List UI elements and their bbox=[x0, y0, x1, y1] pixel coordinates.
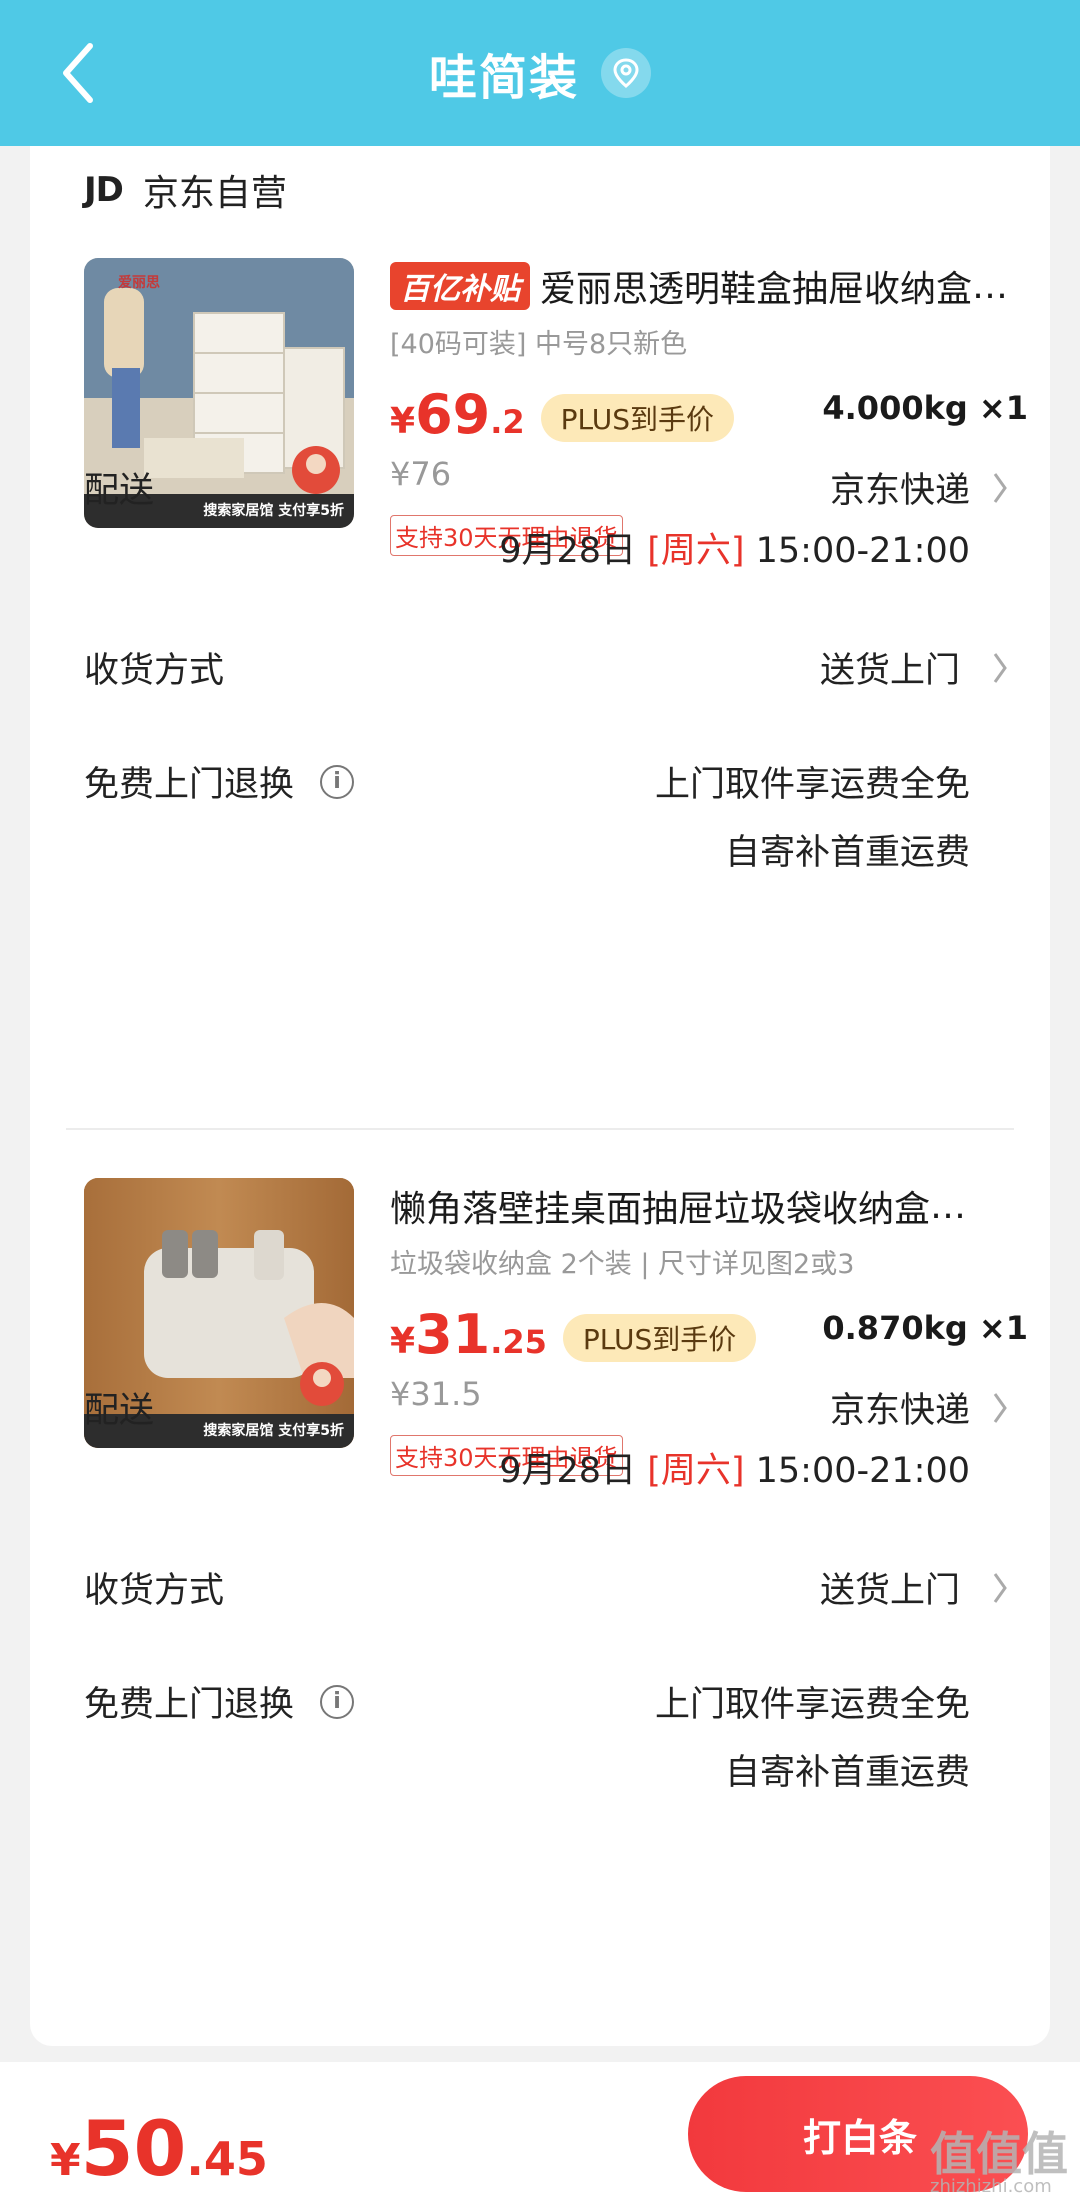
receive-method-row[interactable]: 收货方式 送货上门 bbox=[84, 1562, 1010, 1612]
delivery-time: 9月28日 [周六] 15:00-21:00 bbox=[499, 1442, 970, 1493]
free-return-label: 免费上门退换 i bbox=[84, 756, 355, 807]
checkout-bar: ¥ 50 .45 打白条 bbox=[0, 2062, 1080, 2207]
delivery-time: 9月28日 [周六] 15:00-21:00 bbox=[499, 522, 970, 573]
price-currency: ¥ bbox=[390, 1321, 416, 1362]
store-name: 京东自营 bbox=[142, 173, 287, 214]
free-return-text: 免费上门退换 bbox=[84, 765, 295, 805]
delivery-row[interactable]: 配送 京东快递 9月28日 [周六] 15:00-21:00 bbox=[84, 462, 1010, 572]
info-icon[interactable]: i bbox=[320, 1684, 355, 1719]
price-decimal: .25 bbox=[490, 1323, 547, 1361]
price-row: ¥ 31 .25 PLUS到手价 0.870kg ×1 bbox=[390, 1303, 1028, 1373]
delivery-method: 京东快递 bbox=[829, 471, 970, 511]
price-currency: ¥ bbox=[390, 401, 416, 442]
product-spec[interactable]: 垃圾袋收纳盒 2个装 | 尺寸详见图2或3 bbox=[390, 1242, 1028, 1281]
delivery-date: 9月28日 bbox=[499, 531, 637, 571]
product-title[interactable]: 懒角落壁挂桌面抽屉垃圾袋收纳盒 bbox=[390, 1180, 930, 1232]
top-header: 哇简装 bbox=[0, 0, 1080, 146]
chevron-right-icon bbox=[993, 653, 1007, 683]
order-card: JD 京东自营 爱丽思 搜索家居馆 支付享5折 百亿补贴 爱丽思透明鞋盒抽屉收纳… bbox=[30, 146, 1050, 2046]
subsidy-badge: 百亿补贴 bbox=[390, 262, 530, 310]
delivery-row[interactable]: 配送 京东快递 9月28日 [周六] 15:00-21:00 bbox=[84, 1382, 1010, 1492]
section-divider bbox=[66, 1128, 1014, 1130]
total-decimal: .45 bbox=[186, 2132, 268, 2186]
watermark-url: zhizhizhi.com bbox=[930, 2176, 1052, 2197]
delivery-method: 京东快递 bbox=[829, 1391, 970, 1431]
return-pickup-note: 上门取件享运费全免 bbox=[654, 1685, 970, 1725]
chevron-right-icon bbox=[993, 1393, 1007, 1423]
chevron-right-icon bbox=[993, 1573, 1007, 1603]
return-pickup-note: 上门取件享运费全免 bbox=[654, 765, 970, 805]
delivery-window: 15:00-21:00 bbox=[755, 1451, 970, 1491]
total-currency: ¥ bbox=[50, 2135, 81, 2186]
weight-quantity: 4.000kg ×1 bbox=[822, 389, 1028, 427]
product-title-ellipsis: … bbox=[972, 265, 1009, 307]
free-return-row: 免费上门退换 i 上门取件享运费全免 自寄补首重运费 bbox=[84, 756, 1010, 886]
receive-method-row[interactable]: 收货方式 送货上门 bbox=[84, 642, 1010, 692]
thumb-brand-label: 爱丽思 bbox=[118, 275, 160, 291]
delivery-label: 配送 bbox=[84, 1391, 155, 1431]
product-title-row: 懒角落壁挂桌面抽屉垃圾袋收纳盒 … bbox=[390, 1178, 1028, 1234]
total-integer: 50 bbox=[80, 2104, 187, 2193]
total-price: ¥ 50 .45 bbox=[50, 2104, 268, 2193]
delivery-weekday: [周六] bbox=[647, 531, 745, 571]
store-header: JD 京东自营 bbox=[84, 164, 287, 216]
product-title-row: 百亿补贴 爱丽思透明鞋盒抽屉收纳盒 … bbox=[390, 258, 1028, 314]
info-icon[interactable]: i bbox=[320, 764, 355, 799]
receive-method-label: 收货方式 bbox=[84, 651, 225, 691]
plus-price-badge: PLUS到手价 bbox=[540, 394, 734, 442]
price-row: ¥ 69 .2 PLUS到手价 4.000kg ×1 bbox=[390, 383, 1028, 453]
chevron-right-icon bbox=[993, 473, 1007, 503]
receive-method-value: 送货上门 bbox=[819, 1571, 960, 1611]
return-self-ship-note: 自寄补首重运费 bbox=[724, 833, 970, 873]
delivery-label: 配送 bbox=[84, 471, 155, 511]
location-pin-icon[interactable] bbox=[601, 48, 651, 98]
free-return-label: 免费上门退换 i bbox=[84, 1676, 355, 1727]
free-return-row: 免费上门退换 i 上门取件享运费全免 自寄补首重运费 bbox=[84, 1676, 1010, 1806]
price-decimal: .2 bbox=[490, 403, 525, 441]
weight-quantity: 0.870kg ×1 bbox=[822, 1309, 1028, 1347]
jd-logo: JD bbox=[84, 170, 124, 210]
receive-method-value: 送货上门 bbox=[819, 651, 960, 691]
delivery-date: 9月28日 bbox=[499, 1451, 637, 1491]
plus-price-badge: PLUS到手价 bbox=[562, 1314, 757, 1362]
delivery-window: 15:00-21:00 bbox=[755, 531, 970, 571]
price-integer: 69 bbox=[415, 383, 491, 446]
free-return-text: 免费上门退换 bbox=[84, 1685, 295, 1725]
receive-method-label: 收货方式 bbox=[84, 1571, 225, 1611]
watermark: 值值值 bbox=[930, 2127, 1068, 2181]
page-title: 哇简装 bbox=[428, 50, 579, 106]
price-integer: 31 bbox=[415, 1303, 491, 1366]
delivery-weekday: [周六] bbox=[647, 1451, 745, 1491]
product-title[interactable]: 爱丽思透明鞋盒抽屉收纳盒 bbox=[540, 260, 972, 312]
title-wrap: 哇简装 bbox=[0, 0, 1080, 146]
product-spec[interactable]: [40码可装] 中号8只新色 bbox=[390, 322, 1028, 361]
return-self-ship-note: 自寄补首重运费 bbox=[724, 1753, 970, 1793]
product-title-ellipsis: … bbox=[930, 1185, 967, 1227]
